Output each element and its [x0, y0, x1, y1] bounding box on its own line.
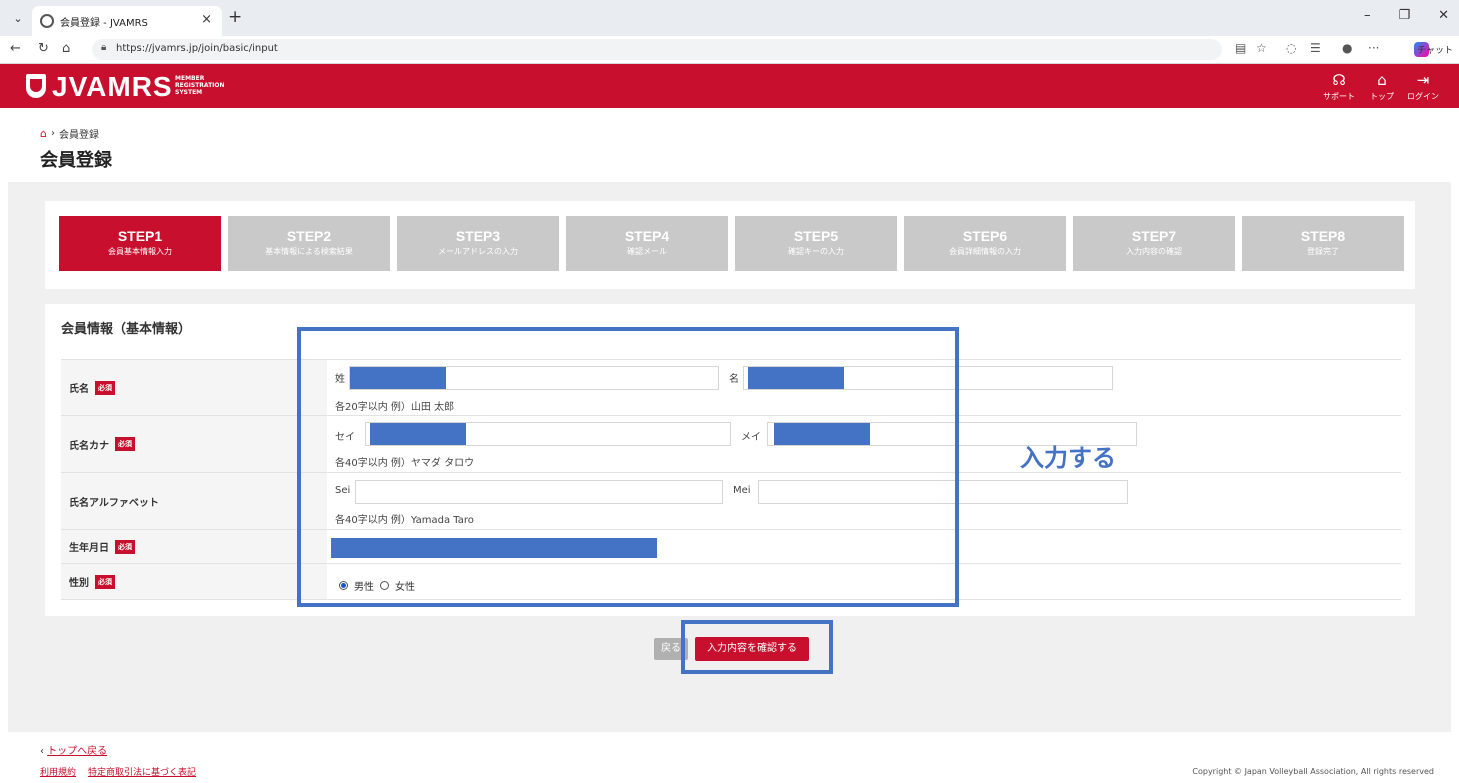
close-window-icon[interactable]: ✕ [1438, 8, 1449, 23]
required-badge: 必須 [95, 380, 115, 395]
terms-link[interactable]: 利用規約 [40, 765, 76, 778]
step-1: STEP1 会員基本情報入力 [59, 216, 221, 271]
browser-tabbar: ⌄ 会員登録 - JVAMRS × + – ❐ ✕ [0, 0, 1459, 36]
header-support-link[interactable]: ☊ サポート [1319, 72, 1359, 102]
breadcrumb-separator-icon: › [50, 128, 55, 139]
step-7: STEP7 入力内容の確認 [1073, 216, 1235, 271]
home-icon: ⌂ [1377, 71, 1387, 89]
address-bar-row: ← ↻ ⌂ 🔒︎ https://jvamrs.jp/join/basic/in… [0, 36, 1459, 64]
kana-label: 氏名カナ [69, 440, 109, 452]
footer-links: 利用規約 特定商取引法に基づく表記 [40, 765, 196, 778]
required-badge: 必須 [95, 574, 115, 589]
required-badge: 必須 [115, 539, 135, 554]
gender-label: 性別 [69, 578, 89, 589]
support-icon: ☊ [1332, 71, 1346, 89]
step-5: STEP5 確認キーの入力 [735, 216, 897, 271]
back-to-top-link[interactable]: トップへ戻る [47, 746, 107, 757]
site-logo-text[interactable]: JVAMRS [52, 71, 173, 103]
profile-avatar-icon[interactable]: ● [1342, 41, 1352, 55]
new-tab-icon[interactable]: + [228, 7, 242, 27]
tab-list-chevron-icon[interactable]: ⌄ [8, 9, 28, 29]
footer-back: ‹ トップへ戻る [40, 742, 107, 757]
section-title: 会員情報（基本情報） [61, 322, 192, 337]
back-arrow-icon[interactable]: ← [10, 41, 21, 56]
favorite-star-icon[interactable]: ☆ [1256, 41, 1267, 55]
step-2: STEP2 基本情報による検索結果 [228, 216, 390, 271]
refresh-icon[interactable]: ↻ [38, 41, 49, 56]
extensions-icon[interactable]: ◌ [1286, 41, 1296, 55]
url-text: https://jvamrs.jp/join/basic/input [116, 43, 278, 54]
browser-tab[interactable]: 会員登録 - JVAMRS × [32, 6, 222, 36]
step-3: STEP3 メールアドレスの入力 [397, 216, 559, 271]
step-6: STEP6 会員詳細情報の入力 [904, 216, 1066, 271]
chat-label[interactable]: チャット [1417, 43, 1453, 56]
tab-close-icon[interactable]: × [201, 12, 212, 27]
chevron-left-icon: ‹ [40, 746, 44, 757]
site-header: JVAMRS MEMBER REGISTRATION SYSTEM ☊ サポート… [0, 64, 1459, 108]
breadcrumb-current: 会員登録 [58, 130, 99, 141]
logo-subtitle: MEMBER REGISTRATION SYSTEM [175, 75, 225, 96]
step-progress: STEP1 会員基本情報入力 STEP2 基本情報による検索結果 STEP3 メールア… [45, 201, 1415, 289]
minimize-icon[interactable]: – [1364, 8, 1371, 23]
url-input[interactable]: 🔒︎ https://jvamrs.jp/join/basic/input [92, 39, 1222, 60]
more-menu-icon[interactable]: ··· [1368, 41, 1379, 55]
annotation-text: 入力する [1020, 444, 1116, 472]
site-favicon-icon [40, 14, 54, 28]
breadcrumb-home-icon[interactable]: ⌂ [40, 127, 47, 140]
birthdate-label: 生年月日 [69, 543, 109, 554]
step-4: STEP4 確認メール [566, 216, 728, 271]
annotation-highlight-box [297, 327, 959, 607]
copyright: Copyright © Japan Volleyball Association… [1192, 767, 1434, 776]
alphabet-label: 氏名アルファベット [69, 497, 159, 509]
lock-icon: 🔒︎ [101, 42, 107, 53]
commerce-law-link[interactable]: 特定商取引法に基づく表記 [88, 765, 196, 778]
tab-title: 会員登録 - JVAMRS [60, 18, 148, 29]
jva-shield-icon [26, 74, 46, 98]
favorites-list-icon[interactable]: ☰ [1310, 41, 1321, 55]
name-label: 氏名 [69, 384, 89, 395]
breadcrumb: ⌂ › 会員登録 [40, 126, 99, 141]
step-8: STEP8 登録完了 [1242, 216, 1404, 271]
header-top-link[interactable]: ⌂ トップ [1362, 72, 1402, 102]
restore-icon[interactable]: ❐ [1398, 8, 1410, 23]
window-controls: – ❐ ✕ [1364, 8, 1449, 23]
page-title: 会員登録 [40, 150, 112, 171]
required-badge: 必須 [115, 437, 135, 451]
annotation-button-highlight [681, 620, 833, 674]
home-browser-icon[interactable]: ⌂ [62, 41, 70, 56]
login-icon: ⇥ [1416, 71, 1430, 89]
header-login-link[interactable]: ⇥ ログイン [1403, 72, 1443, 102]
reader-icon[interactable]: ▤ [1235, 41, 1246, 55]
